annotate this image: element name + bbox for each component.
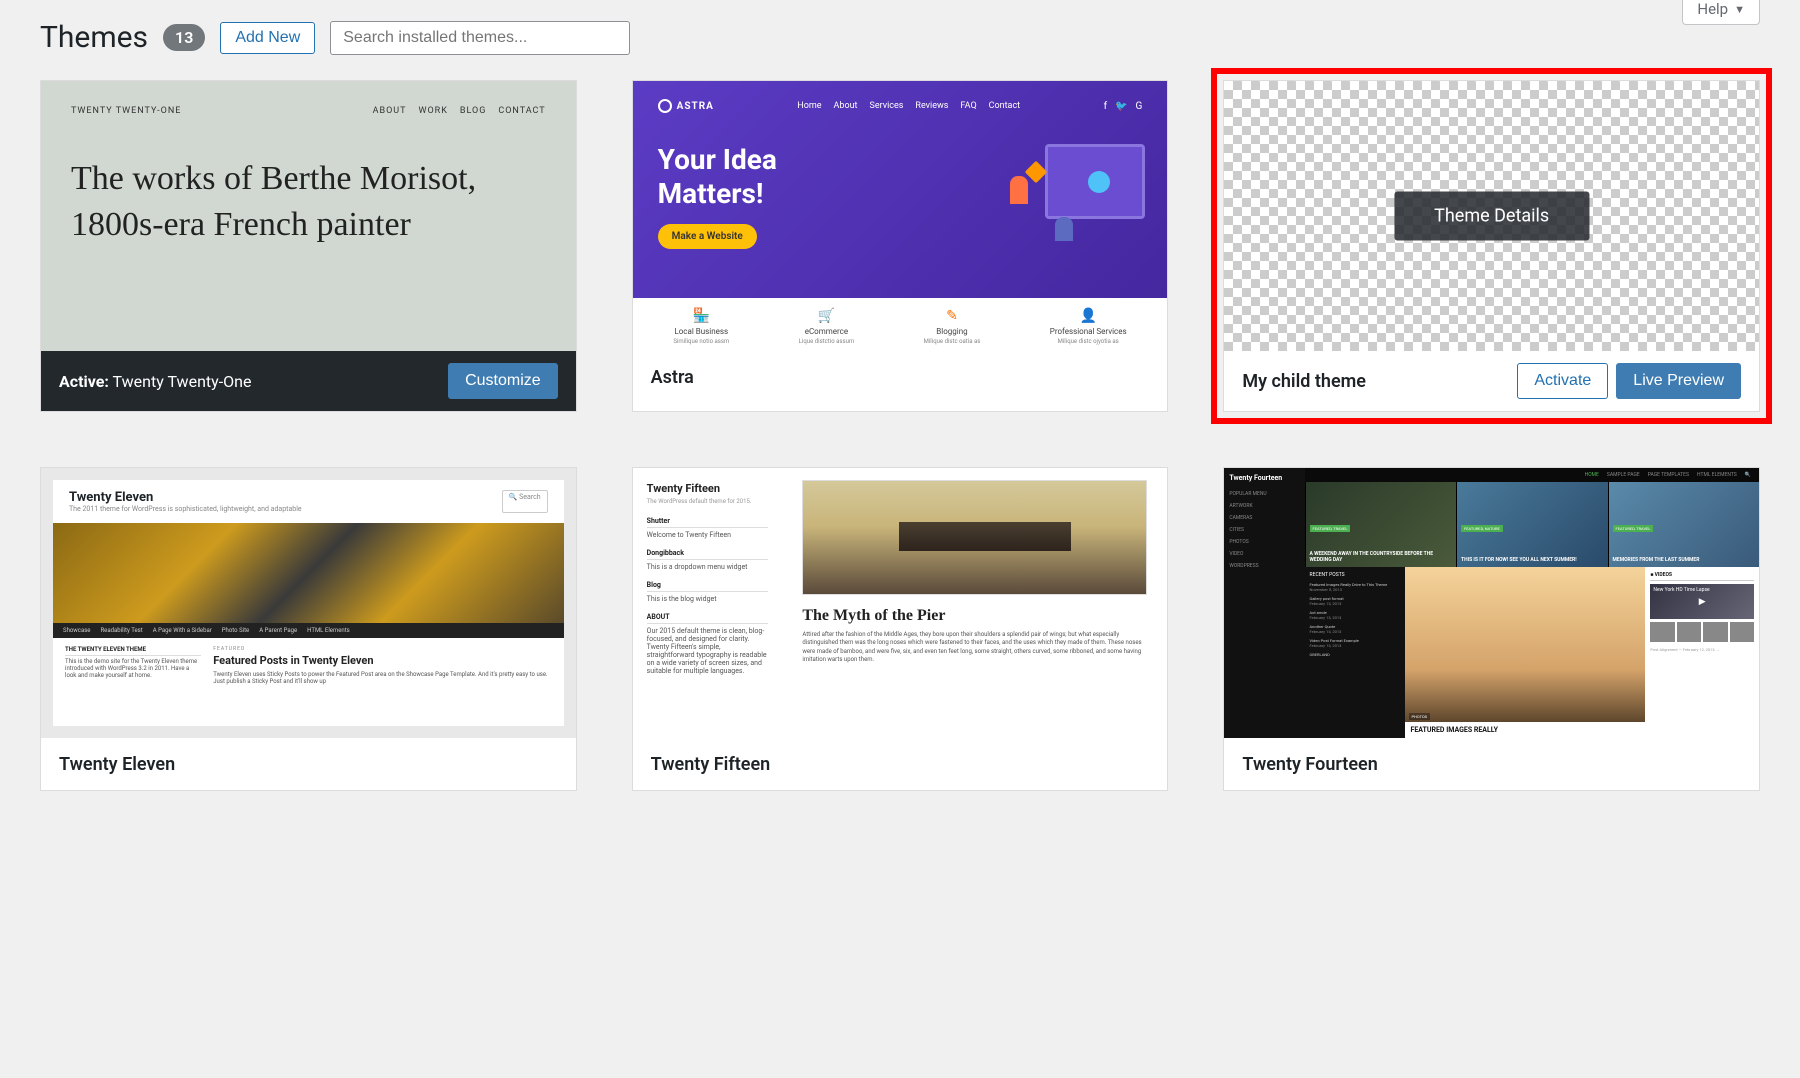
search-icon: 🔍 Search bbox=[502, 490, 548, 513]
theme-screenshot: Twenty Fifteen The WordPress default the… bbox=[633, 468, 1168, 738]
chevron-down-icon: ▼ bbox=[1734, 3, 1745, 16]
astra-nav: Home About Services Reviews FAQ Contact bbox=[797, 101, 1020, 111]
preview-nav: Showcase Readability Test A Page With a … bbox=[53, 623, 564, 638]
theme-details-button[interactable]: Theme Details bbox=[1394, 192, 1589, 241]
theme-name: Twenty Eleven bbox=[59, 754, 175, 775]
twitter-icon: 🐦 bbox=[1115, 101, 1127, 112]
theme-actions: Activate Live Preview bbox=[1517, 363, 1741, 399]
theme-footer: Twenty Fourteen bbox=[1224, 738, 1759, 790]
shop-icon: 🏪 bbox=[673, 308, 729, 324]
facebook-icon: f bbox=[1104, 101, 1107, 112]
astra-logo: ASTRA bbox=[658, 99, 714, 113]
theme-screenshot: ASTRA Home About Services Reviews FAQ Co… bbox=[633, 81, 1168, 351]
add-new-button[interactable]: Add New bbox=[220, 22, 315, 54]
theme-name: Twenty Fourteen bbox=[1242, 754, 1377, 775]
theme-screenshot: Twenty Fourteen POPULAR MENU ARTWORK CAM… bbox=[1224, 468, 1759, 738]
preview-top-nav: HOME SAMPLE PAGE PAGE TEMPLATES HTML ELE… bbox=[1305, 468, 1759, 482]
theme-name: My child theme bbox=[1242, 371, 1366, 392]
search-input[interactable] bbox=[330, 21, 630, 55]
astra-features: 🏪Local BusinessSimilique notio assm 🛒eCo… bbox=[633, 298, 1168, 351]
activate-button[interactable]: Activate bbox=[1517, 363, 1608, 399]
preview-video: ▶New York HD Time Lapse bbox=[1650, 584, 1754, 619]
help-tab[interactable]: Help ▼ bbox=[1682, 0, 1760, 25]
theme-card-twenty-eleven[interactable]: Twenty Eleven The 2011 theme for WordPre… bbox=[40, 467, 577, 791]
play-icon: ▶ bbox=[1699, 597, 1706, 607]
theme-footer: Twenty Fifteen bbox=[633, 738, 1168, 790]
google-icon: G bbox=[1136, 101, 1143, 112]
theme-screenshot: Twenty Eleven The 2011 theme for WordPre… bbox=[41, 468, 576, 738]
theme-footer: Twenty Eleven bbox=[41, 738, 576, 790]
theme-footer: Active: Twenty Twenty-One Customize bbox=[41, 351, 576, 411]
theme-footer: My child theme Activate Live Preview bbox=[1224, 351, 1759, 411]
theme-card-twenty-fifteen[interactable]: Twenty Fifteen The WordPress default the… bbox=[632, 467, 1169, 791]
theme-card-twenty-fourteen[interactable]: Twenty Fourteen POPULAR MENU ARTWORK CAM… bbox=[1223, 467, 1760, 791]
theme-name: Astra bbox=[651, 367, 694, 388]
preview-hero: The works of Berthe Morisot, 1800s-era F… bbox=[71, 156, 546, 248]
cart-icon: 🛒 bbox=[799, 308, 854, 324]
preview-site-title: TWENTY TWENTY-ONE bbox=[71, 106, 181, 116]
edit-icon: ✎ bbox=[924, 308, 981, 324]
header: Themes 13 Add New bbox=[40, 20, 1760, 55]
theme-screenshot: Theme Details bbox=[1224, 81, 1759, 351]
help-label: Help bbox=[1697, 0, 1728, 18]
astra-social: f 🐦 G bbox=[1104, 101, 1143, 112]
theme-card-twenty-twenty-one[interactable]: TWENTY TWENTY-ONE ABOUT WORK BLOG CONTAC… bbox=[40, 80, 577, 412]
theme-screenshot: TWENTY TWENTY-ONE ABOUT WORK BLOG CONTAC… bbox=[41, 81, 576, 351]
live-preview-button[interactable]: Live Preview bbox=[1616, 363, 1741, 399]
search-icon: 🔍 bbox=[1745, 472, 1751, 478]
page-title: Themes bbox=[40, 20, 148, 55]
preview-header-image bbox=[53, 523, 564, 623]
person-icon: 👤 bbox=[1050, 308, 1127, 324]
astra-logo-icon bbox=[658, 99, 672, 113]
customize-button[interactable]: Customize bbox=[448, 363, 558, 399]
theme-footer: Astra bbox=[633, 351, 1168, 403]
themes-grid: TWENTY TWENTY-ONE ABOUT WORK BLOG CONTAC… bbox=[40, 80, 1760, 791]
theme-card-my-child-theme[interactable]: Theme Details My child theme Activate Li… bbox=[1223, 80, 1760, 412]
preview-feature-image: PHOTOS FEATURED IMAGES REALLY bbox=[1405, 567, 1646, 738]
theme-name: Active: Twenty Twenty-One bbox=[59, 372, 251, 391]
astra-cta: Make a Website bbox=[658, 224, 757, 249]
astra-illustration bbox=[1000, 136, 1145, 241]
preview-menu: ABOUT WORK BLOG CONTACT bbox=[373, 106, 546, 116]
preview-post-image bbox=[802, 480, 1147, 595]
theme-card-astra[interactable]: ASTRA Home About Services Reviews FAQ Co… bbox=[632, 80, 1169, 412]
theme-name: Twenty Fifteen bbox=[651, 754, 771, 775]
theme-count-badge: 13 bbox=[163, 24, 205, 51]
